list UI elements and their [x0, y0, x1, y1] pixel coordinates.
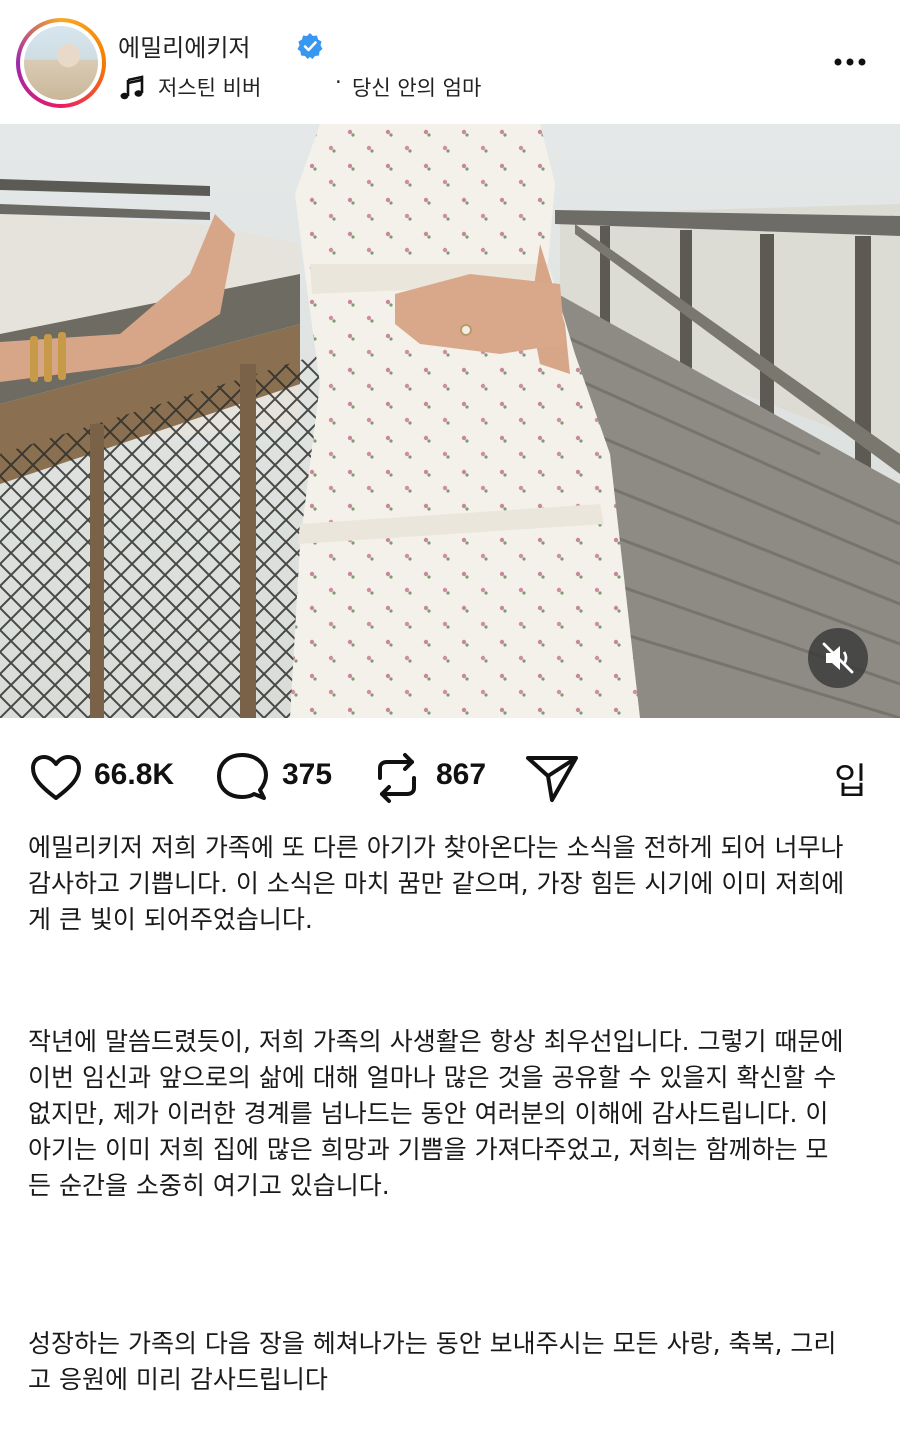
heart-icon[interactable]	[30, 754, 82, 802]
caption-paragraph-2: 작년에 말씀드렸듯이, 저희 가족의 사생활은 항상 최우선입니다. 그렇기 때…	[28, 1024, 848, 1204]
action-bar: 66.8K 375 867 입	[0, 730, 900, 820]
more-options-icon[interactable]	[830, 50, 870, 74]
photo-scene	[0, 124, 900, 718]
send-icon[interactable]	[524, 752, 580, 804]
caption-text-2: 작년에 말씀드렸듯이, 저희 가족의 사생활은 항상 최우선입니다. 그렇기 때…	[28, 1027, 844, 1200]
avatar-inner	[20, 22, 102, 104]
caption-text-1: 에밀리키저 저희 가족에 또 다른 아기가 찾아온다는 소식을 전하게 되어 너…	[28, 833, 845, 934]
music-note-icon	[120, 75, 144, 100]
song-title[interactable]: 저스틴 비버	[158, 72, 261, 102]
song-secondary[interactable]: 당신 안의 엄마	[352, 72, 481, 102]
comment-count[interactable]: 375	[282, 758, 332, 792]
post-header: 에밀리에키저 저스틴 비버 · 당신 안의 엄마	[0, 0, 900, 124]
caption-paragraph-3: 성장하는 가족의 다음 장을 헤쳐나가는 동안 보내주시는 모든 사랑, 축복,…	[28, 1326, 848, 1398]
avatar-image	[24, 26, 98, 100]
comment-icon[interactable]	[216, 752, 268, 802]
avatar[interactable]	[16, 18, 106, 108]
caption-text-3: 성장하는 가족의 다음 장을 헤쳐나가는 동안 보내주시는 모든 사랑, 축복,…	[28, 1329, 837, 1394]
repost-count[interactable]: 867	[436, 758, 486, 792]
caption-paragraph-1: 에밀리키저 저희 가족에 또 다른 아기가 찾아온다는 소식을 전하게 되어 너…	[28, 830, 848, 938]
post-page: 에밀리에키저 저스틴 비버 · 당신 안의 엄마 66.8K 375 867 입…	[0, 0, 900, 1456]
speaker-muted-icon	[822, 642, 854, 674]
like-count[interactable]: 66.8K	[94, 758, 174, 792]
username[interactable]: 에밀리에키저	[118, 28, 250, 63]
separator-dot: ·	[335, 70, 342, 94]
mute-button[interactable]	[808, 628, 868, 688]
repost-icon[interactable]	[372, 752, 422, 804]
post-photo[interactable]	[0, 124, 900, 718]
verified-badge-icon	[297, 33, 323, 59]
save-button[interactable]: 입	[834, 752, 867, 804]
